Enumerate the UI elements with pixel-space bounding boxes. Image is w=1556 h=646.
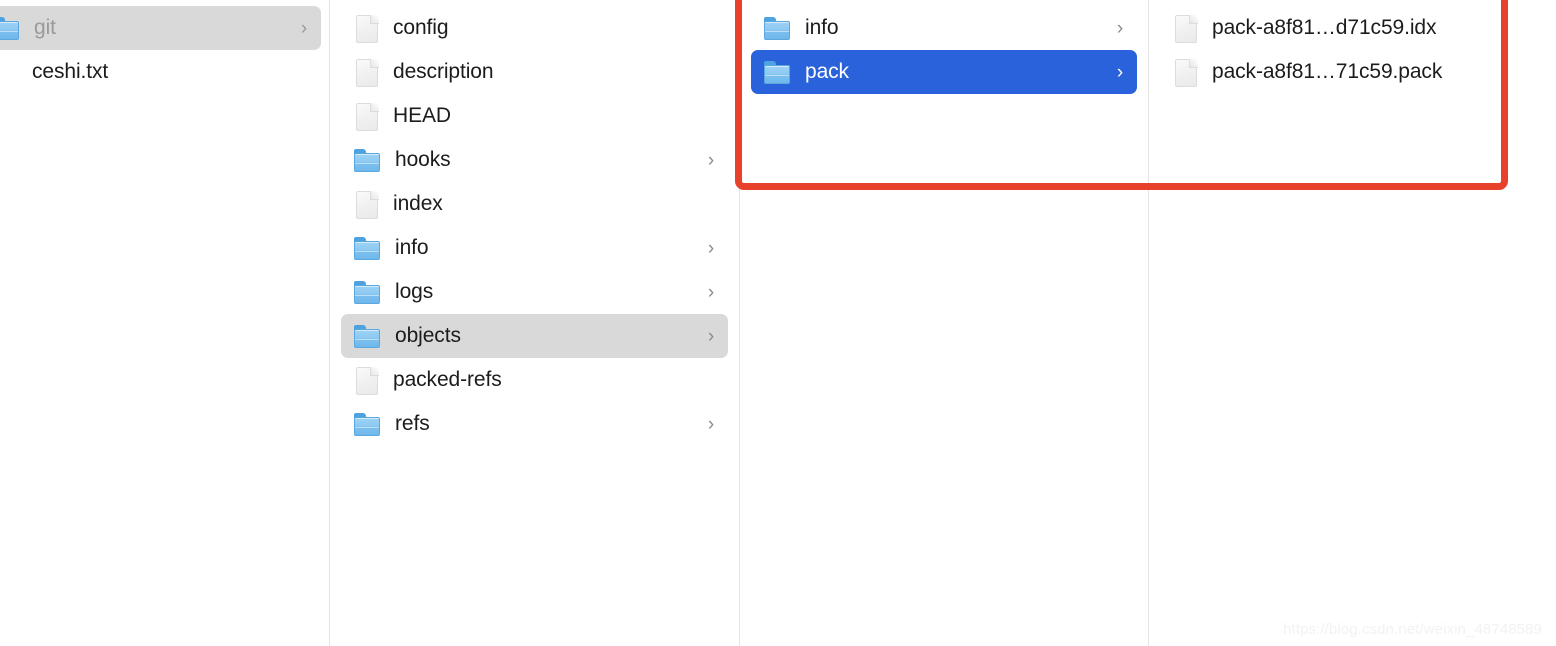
list-item-label: logs (395, 280, 434, 303)
watermark-url: https://blog.csdn.net/weixin_48748589 (1283, 621, 1542, 638)
folder-icon (353, 279, 383, 305)
list-item-label: objects (395, 324, 461, 347)
list-item-label: git (34, 16, 56, 39)
list-item-label: index (393, 192, 443, 215)
finder-column-3-objects-directory[interactable]: info › pack › (739, 0, 1148, 646)
file-icon (353, 101, 381, 131)
folder-icon (353, 323, 383, 349)
file-icon (353, 57, 381, 87)
list-item[interactable]: info › (341, 226, 728, 270)
file-icon (1172, 13, 1200, 43)
folder-icon (763, 15, 793, 41)
list-item[interactable]: packed-refs› (341, 358, 728, 402)
list-item[interactable]: hooks › (341, 138, 728, 182)
finder-column-view: git›ceshi.txt› config›description›HEAD›h… (0, 0, 1556, 646)
folder-icon (763, 59, 793, 85)
list-item-label: info (395, 236, 429, 259)
chevron-right-icon: › (1116, 61, 1124, 83)
list-item[interactable]: config› (341, 6, 728, 50)
list-item-label: HEAD (393, 104, 451, 127)
finder-column-4-pack-directory[interactable]: pack-a8f81…d71c59.idx›pack-a8f81…71c59.p… (1148, 0, 1556, 646)
list-item-label: ceshi.txt (32, 60, 109, 83)
list-item[interactable]: index› (341, 182, 728, 226)
list-item-label: description (393, 60, 494, 83)
list-item[interactable]: pack › (751, 50, 1137, 94)
folder-icon (0, 15, 22, 41)
list-item[interactable]: pack-a8f81…d71c59.idx› (1160, 6, 1545, 50)
list-item-label: pack (805, 60, 849, 83)
finder-column-2-git-directory[interactable]: config›description›HEAD›hooks›index›info… (329, 0, 739, 646)
list-item-label: hooks (395, 148, 451, 171)
chevron-right-icon: › (300, 17, 308, 39)
chevron-right-icon: › (707, 413, 715, 435)
chevron-right-icon: › (707, 237, 715, 259)
list-item-label: refs (395, 412, 430, 435)
list-item[interactable]: description› (341, 50, 728, 94)
folder-icon (353, 411, 383, 437)
list-item[interactable]: ceshi.txt› (0, 50, 321, 94)
file-icon (353, 189, 381, 219)
list-item[interactable]: refs › (341, 402, 728, 446)
folder-icon (353, 235, 383, 261)
list-item[interactable]: git › (0, 6, 321, 50)
chevron-right-icon: › (707, 149, 715, 171)
chevron-right-icon: › (707, 325, 715, 347)
list-item-label: pack-a8f81…d71c59.idx (1212, 16, 1437, 39)
list-item-label: packed-refs (393, 368, 502, 391)
list-item-label: pack-a8f81…71c59.pack (1212, 60, 1443, 83)
finder-column-1-repository-root[interactable]: git › ceshi.txt› (0, 0, 329, 646)
list-item[interactable]: pack-a8f81…71c59.pack› (1160, 50, 1545, 94)
list-item[interactable]: info › (751, 6, 1137, 50)
file-icon (1172, 57, 1200, 87)
file-icon (353, 365, 381, 395)
file-icon (353, 13, 381, 43)
folder-icon (353, 147, 383, 173)
list-item-label: info (805, 16, 839, 39)
list-item[interactable]: logs › (341, 270, 728, 314)
list-item[interactable]: HEAD› (341, 94, 728, 138)
list-item-label: config (393, 16, 449, 39)
chevron-right-icon: › (707, 281, 715, 303)
chevron-right-icon: › (1116, 17, 1124, 39)
list-item[interactable]: objects › (341, 314, 728, 358)
